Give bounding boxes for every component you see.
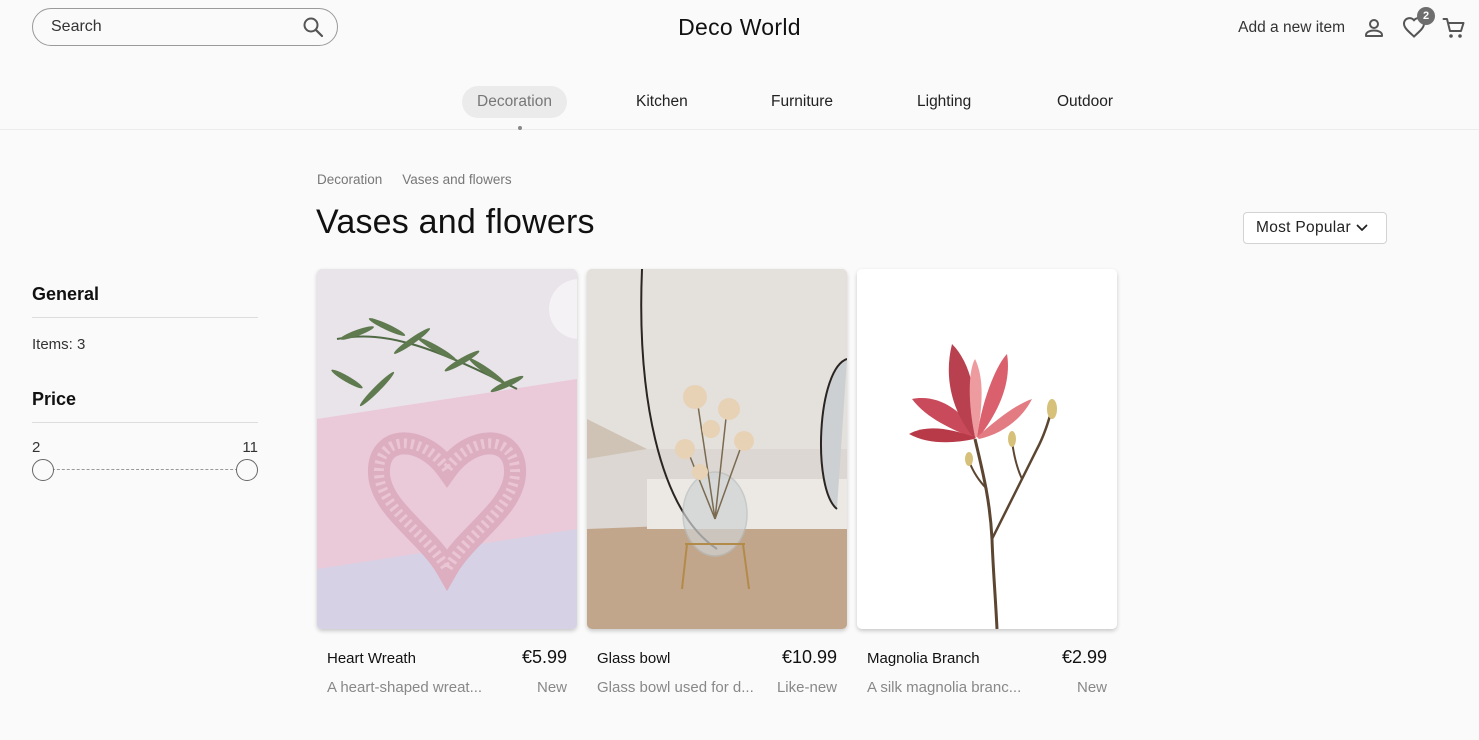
general-heading: General <box>32 284 100 304</box>
sort-dropdown[interactable]: Most Popular <box>1243 212 1387 244</box>
product-image[interactable] <box>587 269 847 629</box>
product-card[interactable]: Magnolia Branch €2.99 A silk magnolia br… <box>857 269 1117 696</box>
breadcrumb-vases-and-flowers[interactable]: Vases and flowers <box>402 172 511 187</box>
product-condition: New <box>536 679 567 696</box>
product-image[interactable] <box>317 269 577 629</box>
product-condition: New <box>1076 679 1107 696</box>
tab-furniture[interactable]: Furniture <box>756 86 848 118</box>
header-actions: Add a new item 2 <box>1238 7 1467 46</box>
product-name[interactable]: Heart Wreath <box>327 650 416 667</box>
search-box[interactable] <box>32 8 338 46</box>
price-range-labels: 2 11 <box>32 439 258 456</box>
user-icon[interactable] <box>1361 15 1387 41</box>
search-icon[interactable] <box>301 15 325 39</box>
active-tab-indicator <box>518 126 522 130</box>
product-price: €10.99 <box>781 647 837 667</box>
breadcrumb: Decoration Vases and flowers <box>317 172 512 187</box>
brand-title[interactable]: Deco World <box>678 14 801 40</box>
product-condition: Like-new <box>776 679 837 696</box>
search-input[interactable] <box>51 18 301 36</box>
divider <box>32 317 258 318</box>
product-name[interactable]: Glass bowl <box>597 650 670 667</box>
product-price: €2.99 <box>1061 647 1107 667</box>
category-nav: Decoration Kitchen Furniture Lighting Ou… <box>0 84 1479 130</box>
product-meta: Glass bowl used for d... Like-new <box>587 679 847 696</box>
price-range-slider[interactable] <box>32 459 258 481</box>
product-description: A silk magnolia branc... <box>867 679 1022 696</box>
sort-label: Most Popular <box>1256 219 1351 236</box>
price-heading: Price <box>32 389 77 409</box>
product-card[interactable]: Heart Wreath €5.99 A heart-shaped wreat.… <box>317 269 577 696</box>
wishlist-count-badge: 2 <box>1417 7 1435 25</box>
items-count: Items: 3 <box>32 336 86 353</box>
divider <box>32 422 258 423</box>
tab-lighting[interactable]: Lighting <box>902 86 986 118</box>
price-range-track <box>42 469 248 470</box>
tab-decoration[interactable]: Decoration <box>462 86 567 118</box>
tab-outdoor[interactable]: Outdoor <box>1042 86 1128 118</box>
product-header: Glass bowl €10.99 <box>587 647 847 668</box>
filter-sidebar: General Items: 3 Price 2 11 <box>32 284 258 481</box>
product-image[interactable] <box>857 269 1117 629</box>
price-min-label: 2 <box>32 439 41 456</box>
product-card[interactable]: Glass bowl €10.99 Glass bowl used for d.… <box>587 269 847 696</box>
add-item-link[interactable]: Add a new item <box>1238 19 1345 37</box>
product-name[interactable]: Magnolia Branch <box>867 650 980 667</box>
product-description: A heart-shaped wreat... <box>327 679 483 696</box>
breadcrumb-decoration[interactable]: Decoration <box>317 172 382 187</box>
price-max-handle[interactable] <box>236 459 258 481</box>
chevron-down-icon <box>1356 224 1368 231</box>
cart-icon[interactable] <box>1441 15 1467 41</box>
price-min-handle[interactable] <box>32 459 54 481</box>
product-grid: Heart Wreath €5.99 A heart-shaped wreat.… <box>317 269 1117 696</box>
heart-icon[interactable]: 2 <box>1401 7 1435 41</box>
product-header: Magnolia Branch €2.99 <box>857 647 1117 668</box>
page-title: Vases and flowers <box>316 203 595 241</box>
product-meta: A heart-shaped wreat... New <box>317 679 577 696</box>
tab-kitchen[interactable]: Kitchen <box>621 86 703 118</box>
product-header: Heart Wreath €5.99 <box>317 647 577 668</box>
product-price: €5.99 <box>521 647 567 667</box>
product-meta: A silk magnolia branc... New <box>857 679 1117 696</box>
price-max-label: 11 <box>242 439 258 456</box>
product-description: Glass bowl used for d... <box>597 679 754 696</box>
